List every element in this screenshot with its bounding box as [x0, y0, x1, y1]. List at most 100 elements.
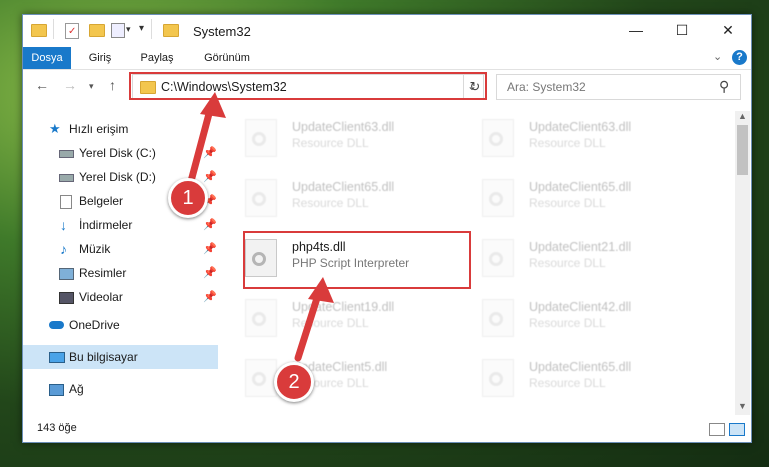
file-item[interactable]: UpdateClient63.dll Resource DLL: [223, 113, 451, 161]
file-description: Resource DLL: [292, 136, 369, 150]
file-item[interactable]: UpdateClient5.dll Resource DLL: [223, 353, 451, 401]
divider: [53, 19, 54, 39]
video-icon: [59, 292, 74, 304]
vertical-scrollbar[interactable]: ▲ ▼: [735, 111, 750, 415]
sidebar-item-label: Bu bilgisayar: [69, 350, 138, 364]
file-name: UpdateClient42.dll: [529, 300, 632, 314]
sidebar-item-pictures[interactable]: Resimler 📌: [23, 261, 218, 285]
document-icon: [60, 195, 72, 209]
details-view-icon[interactable]: [709, 423, 725, 436]
star-icon: ★: [49, 121, 61, 136]
sidebar-item-label: Belgeler: [79, 194, 124, 208]
file-item[interactable]: UpdateClient19.dll Resource DLL: [223, 293, 451, 341]
file-description: Resource DLL: [529, 136, 606, 150]
file-explorer-window: ✓ ▾ ▾ System32 — ☐ ✕ Dosya Giriş Paylaş …: [22, 14, 752, 443]
dll-file-icon: [482, 179, 514, 217]
folder-icon: [163, 24, 179, 37]
sidebar-item-onedrive[interactable]: OneDrive: [23, 313, 218, 337]
file-item[interactable]: UpdateClient65.dll Resource DLL: [223, 173, 451, 221]
tab-home[interactable]: Giriş: [79, 47, 121, 69]
network-icon: [49, 384, 64, 396]
file-item[interactable]: UpdateClient65.dll Resource DLL: [460, 173, 688, 221]
maximize-button[interactable]: ☐: [659, 15, 705, 45]
large-icons-view-icon[interactable]: [729, 423, 745, 436]
up-arrow-icon[interactable]: ↑: [109, 77, 116, 93]
recent-dropdown-icon[interactable]: ▾: [89, 81, 94, 92]
search-placeholder: Ara: System32: [507, 80, 586, 94]
drive-icon: [59, 174, 74, 182]
file-name: UpdateClient65.dll: [529, 360, 632, 374]
tab-file[interactable]: Dosya: [23, 47, 71, 69]
item-count: 143 öğe: [37, 422, 77, 434]
sidebar-item-label: Videolar: [79, 290, 123, 304]
file-name: UpdateClient63.dll: [529, 120, 632, 134]
cloud-icon: [49, 321, 64, 329]
sidebar-item-videos[interactable]: Videolar 📌: [23, 285, 218, 309]
sidebar-item-this-pc[interactable]: Bu bilgisayar: [23, 345, 218, 369]
dll-file-icon: [482, 299, 514, 337]
minimize-button[interactable]: —: [613, 15, 659, 45]
sidebar-item-label: Resimler: [79, 266, 127, 280]
status-bar: 143 öğe: [23, 417, 751, 441]
sidebar-item-music[interactable]: ♪ Müzik 📌: [23, 237, 218, 261]
dll-file-icon: [245, 119, 277, 157]
close-button[interactable]: ✕: [705, 15, 751, 45]
file-description: Resource DLL: [529, 196, 606, 210]
customize-icon[interactable]: [111, 23, 125, 38]
help-icon[interactable]: ?: [732, 50, 747, 65]
chevron-down-icon[interactable]: ⌄: [713, 50, 722, 63]
quick-access-toolbar-dropdown-icon[interactable]: ▾: [139, 23, 144, 34]
back-arrow-icon[interactable]: ←: [35, 77, 49, 93]
search-icon: ⚲: [719, 78, 730, 94]
properties-icon[interactable]: ✓: [65, 23, 79, 39]
sidebar-item-label: İndirmeler: [79, 218, 133, 232]
new-folder-icon[interactable]: [89, 24, 105, 37]
sidebar-item-label: Ağ: [69, 382, 84, 396]
drive-icon: [59, 150, 74, 158]
pin-icon[interactable]: 📌: [203, 237, 217, 261]
callout-badge-1: 1: [168, 178, 208, 218]
dll-file-icon: [482, 119, 514, 157]
music-icon: ♪: [60, 241, 67, 257]
sidebar-item-local-disk-c[interactable]: Yerel Disk (C:) 📌: [23, 141, 218, 165]
tab-view[interactable]: Görünüm: [195, 47, 259, 69]
pictures-icon: [59, 268, 74, 280]
address-callout-box: [129, 72, 487, 100]
file-description: Resource DLL: [292, 196, 369, 210]
divider: [151, 19, 152, 39]
callout-badge-2: 2: [274, 362, 314, 402]
pin-icon[interactable]: 📌: [203, 165, 217, 189]
dll-file-icon: [245, 299, 277, 337]
file-item[interactable]: UpdateClient42.dll Resource DLL: [460, 293, 688, 341]
window-title: System32: [193, 24, 251, 39]
scroll-down-icon[interactable]: ▼: [738, 401, 747, 411]
file-item[interactable]: UpdateClient65.dll Resource DLL: [460, 353, 688, 401]
file-description: Resource DLL: [292, 316, 369, 330]
computer-icon: [49, 352, 65, 363]
dropdown-arrow-icon[interactable]: ▾: [126, 24, 131, 35]
download-icon: ↓: [60, 217, 67, 233]
sidebar-item-label: Yerel Disk (D:): [79, 170, 156, 184]
folder-icon: [31, 24, 47, 37]
tab-share[interactable]: Paylaş: [131, 47, 183, 69]
search-input[interactable]: Ara: System32 ⚲: [496, 74, 741, 100]
pin-icon[interactable]: 📌: [203, 261, 217, 285]
file-description: Resource DLL: [529, 376, 606, 390]
file-name: UpdateClient63.dll: [292, 120, 395, 134]
title-bar: ✓ ▾ ▾ System32 — ☐ ✕: [23, 15, 751, 47]
sidebar-item-network[interactable]: Ağ: [23, 377, 218, 401]
file-item[interactable]: UpdateClient21.dll Resource DLL: [460, 233, 688, 281]
file-description: Resource DLL: [529, 316, 606, 330]
dll-file-icon: [482, 239, 514, 277]
forward-arrow-icon[interactable]: →: [63, 77, 77, 93]
pin-icon[interactable]: 📌: [203, 213, 217, 237]
dll-file-icon: [245, 179, 277, 217]
dll-file-icon: [482, 359, 514, 397]
file-item[interactable]: UpdateClient63.dll Resource DLL: [460, 113, 688, 161]
scrollbar-thumb[interactable]: [737, 125, 748, 175]
sidebar-item-quick-access[interactable]: ★ Hızlı erişim: [23, 117, 218, 141]
sidebar-item-label: OneDrive: [69, 318, 120, 332]
pin-icon[interactable]: 📌: [203, 285, 217, 309]
pin-icon[interactable]: 📌: [203, 141, 217, 165]
scroll-up-icon[interactable]: ▲: [738, 111, 747, 121]
